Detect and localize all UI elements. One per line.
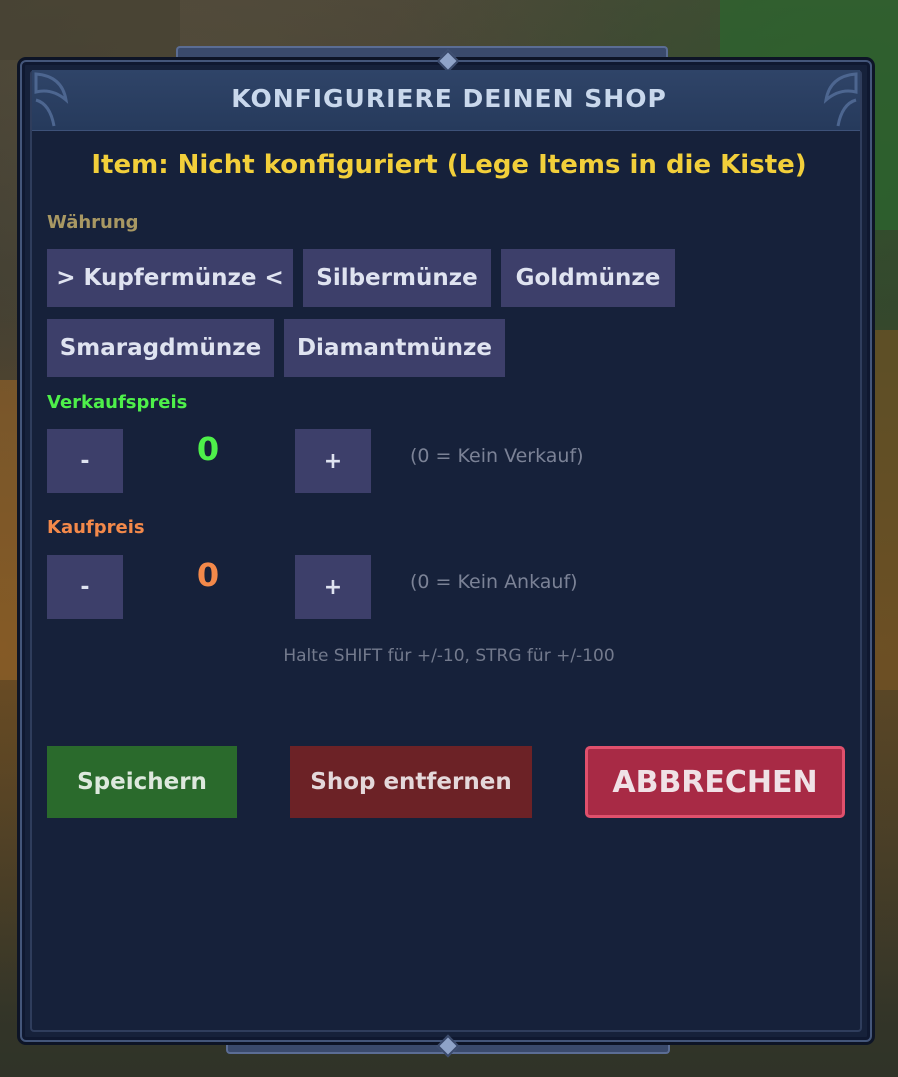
sell-price-value: 0 bbox=[196, 430, 220, 468]
currency-label: Währung bbox=[47, 212, 139, 233]
currency-button-gold[interactable]: Goldmünze bbox=[501, 249, 675, 307]
save-button[interactable]: Speichern bbox=[47, 746, 237, 818]
buy-price-value: 0 bbox=[196, 556, 220, 594]
remove-shop-button[interactable]: Shop entfernen bbox=[290, 746, 532, 818]
background-wall bbox=[0, 0, 180, 60]
currency-button-silber[interactable]: Silbermünze bbox=[303, 249, 491, 307]
cancel-button[interactable]: ABBRECHEN bbox=[585, 746, 845, 818]
currency-button-smaragd[interactable]: Smaragdmünze bbox=[47, 319, 274, 377]
modifier-hint: Halte SHIFT für +/-10, STRG für +/-100 bbox=[283, 646, 615, 666]
sell-price-label: Verkaufspreis bbox=[47, 392, 188, 413]
shop-config-dialog bbox=[20, 60, 872, 1042]
sell-price-increase-button[interactable]: + bbox=[295, 429, 371, 493]
currency-button-diamant[interactable]: Diamantmünze bbox=[284, 319, 505, 377]
background-floor bbox=[0, 380, 20, 680]
buy-price-increase-button[interactable]: + bbox=[295, 555, 371, 619]
item-status: Item: Nicht konfiguriert (Lege Items in … bbox=[91, 150, 807, 180]
panel-frame bbox=[30, 70, 862, 1032]
buy-price-hint: (0 = Kein Ankauf) bbox=[410, 571, 578, 593]
buy-price-label: Kaufpreis bbox=[47, 517, 145, 538]
background-floor-right bbox=[872, 330, 898, 690]
sell-price-decrease-button[interactable]: - bbox=[47, 429, 123, 493]
dialog-title: KONFIGURIERE DEINEN SHOP bbox=[231, 84, 667, 113]
currency-button-kupfer[interactable]: > Kupfermünze < bbox=[47, 249, 293, 307]
sell-price-hint: (0 = Kein Verkauf) bbox=[410, 445, 584, 467]
buy-price-decrease-button[interactable]: - bbox=[47, 555, 123, 619]
